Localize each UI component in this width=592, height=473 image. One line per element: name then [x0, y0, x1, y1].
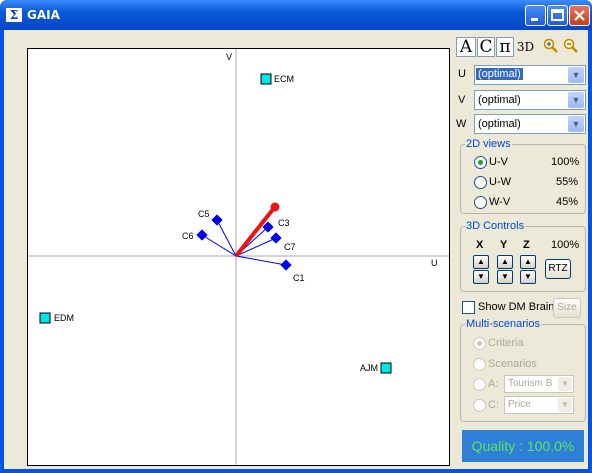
title-bar[interactable]: Σ GAIA	[0, 0, 592, 30]
alternative-marker	[380, 362, 392, 374]
criteria-toggle-button[interactable]: C	[477, 37, 495, 57]
criterion-marker	[211, 214, 223, 226]
uv-view-pct: 100%	[551, 156, 580, 168]
criterion-line-4	[235, 255, 287, 266]
zoom-in-icon[interactable]	[543, 38, 559, 54]
criterion-label: C7	[284, 242, 296, 252]
w-axis-select[interactable]: (optimal) ▼	[474, 114, 586, 134]
quality-indicator: Quality : 100.0%	[462, 430, 584, 462]
z-label: Z	[523, 239, 530, 251]
scenarios-radio[interactable]	[473, 358, 486, 371]
z-down-button[interactable]: ▼	[520, 270, 536, 284]
y-up-button[interactable]: ▲	[497, 255, 513, 269]
chevron-down-icon[interactable]: ▼	[558, 398, 572, 412]
multi-scenarios-legend: Multi-scenarios	[466, 318, 540, 330]
wv-view-label: W-V	[489, 196, 511, 208]
close-button[interactable]	[569, 5, 590, 26]
alternatives-toggle-button[interactable]: A	[456, 37, 476, 57]
u-axis-select-value: (optimal)	[476, 68, 523, 80]
v-axis-select-value: (optimal)	[478, 94, 521, 106]
w-axis-select-value: (optimal)	[478, 118, 521, 130]
x-down-button[interactable]: ▼	[473, 270, 489, 284]
chevron-down-icon[interactable]: ▼	[558, 377, 572, 391]
controls-3d-pct: 100%	[551, 239, 580, 251]
criterion-label: C5	[198, 209, 210, 219]
scenarios-radio-label: Scenarios	[488, 358, 537, 370]
chevron-down-icon[interactable]: ▼	[568, 67, 584, 83]
rtz-button[interactable]: RTZ	[545, 259, 571, 279]
minimize-button[interactable]	[525, 5, 546, 26]
alternative-label: ECM	[274, 74, 294, 84]
u-combo-label: U	[458, 68, 466, 80]
alternative-label: AJM	[360, 363, 378, 373]
criterion-label: C3	[278, 218, 290, 228]
minimize-icon	[531, 18, 538, 21]
wv-view-pct: 45%	[556, 196, 579, 208]
alternative-marker	[260, 73, 272, 85]
alternative-marker	[39, 312, 51, 324]
v-combo-label: V	[458, 94, 466, 106]
client-area: V U C5 C6 C3 C7 C1 ECM EDM AJM A C π 3D U (opti…	[4, 30, 588, 469]
show-dm-brain-checkbox[interactable]	[462, 301, 475, 314]
gaia-window: Σ GAIA V U C5 C6 C3 C7 C1 ECM EDM AJM A C π 3D	[0, 0, 592, 473]
criterion-label: C1	[293, 273, 305, 283]
gaia-plot-svg: V U C5 C6 C3 C7 C1 ECM EDM AJM	[28, 49, 449, 465]
criteria-radio-label: Criteria	[488, 337, 524, 349]
v-axis-select[interactable]: (optimal) ▼	[474, 90, 586, 110]
uv-view-radio[interactable]	[474, 156, 487, 169]
scenario-a-label: A:	[488, 378, 499, 390]
zoom-out-icon[interactable]	[563, 38, 579, 54]
decision-stick-head	[270, 202, 280, 212]
scenario-a-select[interactable]: Tourism B ▼	[504, 375, 574, 393]
alternative-label: EDM	[54, 313, 74, 323]
size-button[interactable]: Size	[553, 298, 581, 318]
chevron-down-icon[interactable]: ▼	[568, 116, 584, 132]
criterion-marker	[270, 232, 282, 244]
w-combo-label: W	[456, 118, 467, 130]
uw-view-label: U-W	[489, 176, 511, 188]
v-axis-label: V	[226, 52, 232, 62]
y-down-button[interactable]: ▼	[497, 270, 513, 284]
criteria-radio[interactable]	[473, 337, 486, 350]
wv-view-radio[interactable]	[474, 196, 487, 209]
criterion-marker	[196, 229, 208, 241]
x-up-button[interactable]: ▲	[473, 255, 489, 269]
scenario-c-radio[interactable]	[473, 399, 486, 412]
sigma-icon: Σ	[6, 8, 22, 22]
maximize-button[interactable]	[547, 5, 568, 26]
criterion-label: C6	[182, 231, 194, 241]
u-axis-label: U	[431, 258, 438, 268]
close-icon	[574, 10, 585, 21]
scenario-c-select[interactable]: Price ▼	[504, 396, 574, 414]
scenario-a-radio[interactable]	[473, 378, 486, 391]
x-label: X	[476, 239, 484, 251]
uv-view-label: U-V	[489, 156, 508, 168]
scenario-a-value: Tourism B	[508, 378, 553, 389]
uw-view-pct: 55%	[556, 176, 579, 188]
chevron-down-icon[interactable]: ▼	[568, 92, 584, 108]
z-up-button[interactable]: ▲	[520, 255, 536, 269]
criterion-marker	[280, 259, 292, 271]
pi-toggle-button[interactable]: π	[496, 37, 514, 57]
views-2d-legend: 2D views	[466, 138, 511, 150]
show-dm-brain-label: Show DM Brain	[478, 301, 555, 313]
controls-3d-legend: 3D Controls	[466, 220, 525, 232]
scenario-c-value: Price	[508, 399, 531, 410]
window-title: GAIA	[27, 8, 60, 22]
maximize-icon	[551, 9, 564, 21]
u-axis-select[interactable]: (optimal) ▼	[474, 65, 586, 85]
scenario-c-label: C:	[488, 399, 499, 411]
3d-toggle-button[interactable]: 3D	[515, 37, 536, 57]
uw-view-radio[interactable]	[474, 176, 487, 189]
gaia-plane[interactable]: V U C5 C6 C3 C7 C1 ECM EDM AJM	[27, 48, 450, 466]
y-label: Y	[500, 239, 508, 251]
side-panel: A C π 3D U (optimal) ▼ V (optimal) ▼ W (…	[454, 30, 588, 469]
